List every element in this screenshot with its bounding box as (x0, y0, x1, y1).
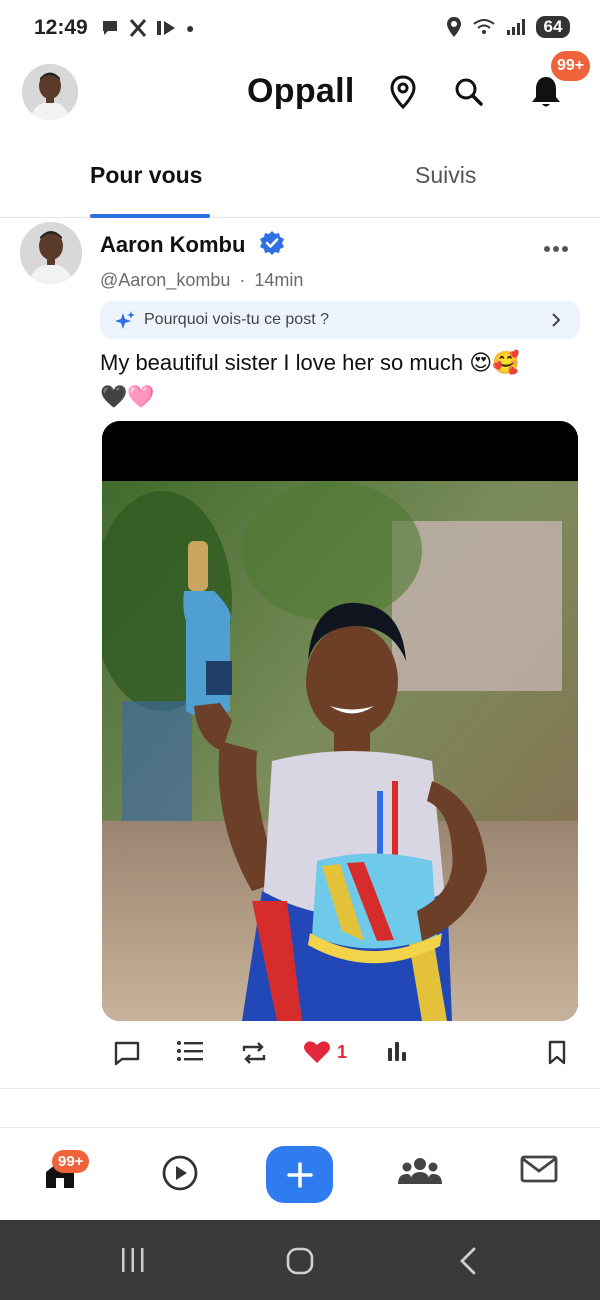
battery-indicator: 64 (536, 16, 570, 38)
sparkle-icon (115, 311, 135, 329)
feed-tabs: Pour vous Suivis (0, 148, 600, 218)
author-handle[interactable]: @Aaron_kombu (100, 270, 230, 290)
app-header: Oppall 99+ (0, 51, 600, 130)
handle-line: @Aaron_kombu · 14min (100, 270, 303, 291)
bottom-navigation: 99+ (0, 1127, 600, 1220)
home-badge: 99+ (52, 1150, 90, 1173)
tab-suivis[interactable]: Suivis (415, 162, 476, 189)
x-logo-icon (129, 19, 147, 37)
notification-badge: 99+ (551, 51, 591, 81)
author-avatar[interactable] (20, 222, 82, 284)
signal-icon (507, 19, 525, 35)
why-this-post-label: Pourquoi vois-tu ce post ? (144, 311, 329, 328)
back-icon[interactable] (457, 1246, 479, 1281)
post-time: 14min (254, 270, 304, 290)
bookmark-icon[interactable] (547, 1040, 567, 1066)
communities-icon[interactable] (397, 1154, 443, 1193)
verified-badge-icon (259, 230, 285, 261)
status-time: 12:49 (34, 16, 88, 39)
chevron-right-icon (552, 313, 561, 327)
more-options-icon[interactable] (543, 240, 569, 258)
repost-icon[interactable] (240, 1040, 268, 1066)
video-play-icon[interactable] (161, 1154, 199, 1197)
active-tab-indicator (90, 214, 210, 218)
wifi-icon (473, 19, 495, 34)
stats-icon[interactable] (386, 1040, 410, 1062)
search-icon[interactable] (453, 72, 485, 112)
reply-icon[interactable] (113, 1040, 141, 1066)
messages-envelope-icon[interactable] (520, 1154, 558, 1189)
status-bar: 12:49 ● 64 (0, 0, 600, 58)
status-dot: ● (186, 20, 195, 36)
system-navigation-bar (0, 1220, 600, 1300)
like-count: 1 (337, 1041, 348, 1062)
tab-pour-vous[interactable]: Pour vous (90, 162, 202, 189)
profile-avatar[interactable] (22, 64, 78, 120)
like-button[interactable]: 1 (303, 1040, 347, 1064)
location-status-icon (447, 17, 461, 37)
media-icon (157, 21, 175, 35)
post-text-line-2: 🖤🩷 (100, 384, 155, 409)
post-text-line-1: My beautiful sister I love her so much 😍… (100, 350, 520, 375)
recent-apps-icon[interactable] (119, 1246, 147, 1279)
status-notifications: ● (100, 18, 194, 38)
status-right: 64 (446, 16, 570, 38)
app-title: Oppall (247, 72, 355, 110)
list-icon[interactable] (176, 1040, 204, 1062)
author-name[interactable]: Aaron Kombu (100, 232, 245, 258)
message-icon (103, 21, 117, 35)
post-text: My beautiful sister I love her so much 😍… (100, 346, 580, 414)
post-actions: 1 (0, 1038, 600, 1078)
why-this-post-button[interactable]: Pourquoi vois-tu ce post ? (100, 301, 580, 339)
post-photo[interactable] (102, 421, 578, 1021)
heart-icon (304, 1041, 330, 1063)
plus-icon (286, 1161, 313, 1188)
create-post-button[interactable] (266, 1146, 333, 1203)
feed-divider (0, 1088, 600, 1089)
location-icon[interactable] (387, 72, 419, 112)
home-system-icon[interactable] (285, 1246, 315, 1281)
separator: · (239, 270, 246, 290)
